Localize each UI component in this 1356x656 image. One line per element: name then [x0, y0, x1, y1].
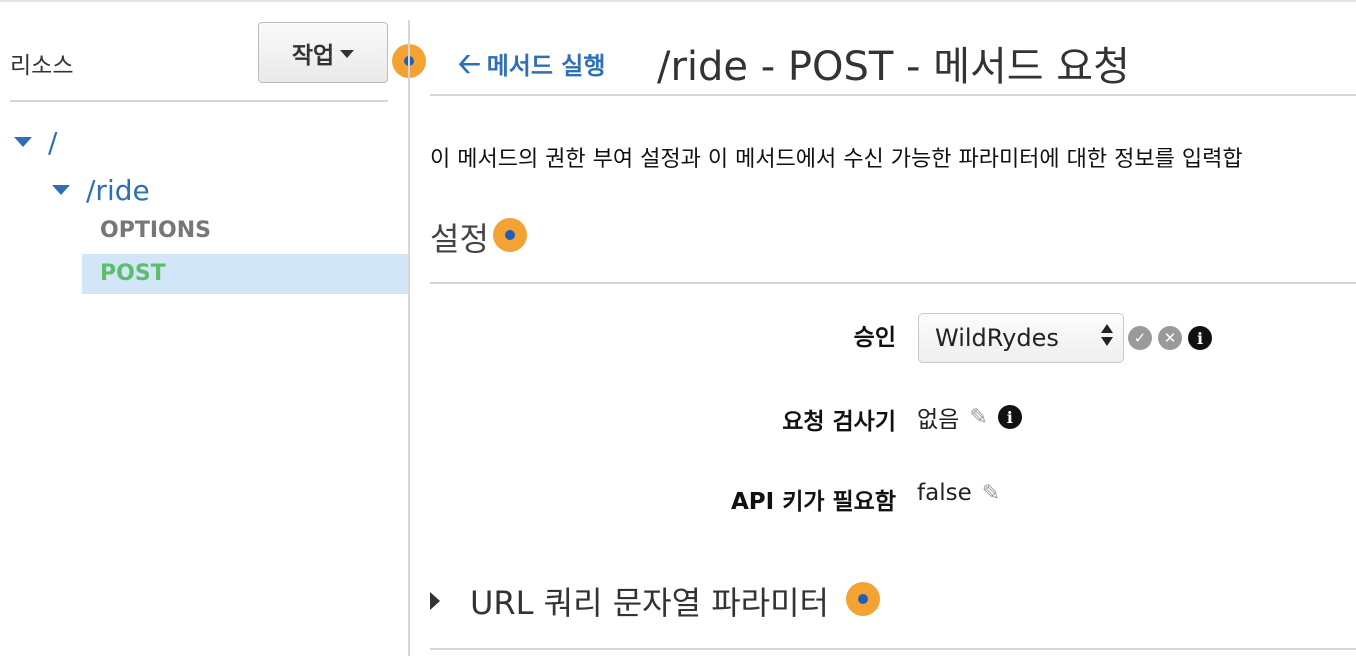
api-key-value-row: false ✎: [917, 480, 1000, 506]
authorization-actions: ✓ ✕ i: [1128, 326, 1212, 350]
sidebar-divider: [10, 100, 388, 102]
info-icon[interactable]: i: [1188, 326, 1212, 350]
header-divider: [430, 94, 1356, 96]
method-description: 이 메서드의 권한 부여 설정과 이 메서드에서 수신 가능한 파라미터에 대한…: [430, 147, 1243, 172]
collapse-triangle-icon[interactable]: [14, 137, 32, 147]
page-title: /ride - POST - 메서드 요청: [657, 44, 1130, 90]
info-icon[interactable]: i: [997, 405, 1022, 429]
url-query-params-label: URL 쿼리 문자열 파라미터: [470, 584, 829, 622]
pencil-icon[interactable]: ✎: [969, 405, 987, 430]
back-link-label: 메서드 실행: [486, 52, 606, 80]
resources-title: 리소스: [10, 53, 74, 79]
back-to-method-execution-link[interactable]: 🡠 메서드 실행: [458, 46, 605, 81]
resources-sidebar: 리소스 작업 / /ride OPTIONS POST: [0, 0, 426, 656]
actions-dropdown-button[interactable]: 작업: [258, 22, 388, 83]
caret-down-icon: [340, 49, 355, 58]
tree-item-ride-label: /ride: [86, 173, 150, 207]
actions-label: 작업: [291, 42, 335, 69]
request-validator-value: 없음: [917, 407, 960, 433]
method-post-selected[interactable]: POST: [82, 254, 408, 294]
request-validator-value-row: 없음 ✎ i: [917, 400, 1022, 434]
api-key-required-value: false: [917, 480, 972, 506]
select-arrows-icon: [1101, 324, 1113, 346]
help-dot-icon[interactable]: [846, 582, 880, 616]
pencil-icon[interactable]: ✎: [982, 481, 1000, 506]
authorization-selected-value: WildRydes: [935, 324, 1059, 352]
request-validator-label: 요청 검사기: [782, 409, 896, 435]
check-icon[interactable]: ✓: [1128, 326, 1152, 350]
help-dot-icon[interactable]: [493, 218, 527, 252]
api-key-required-label: API 키가 필요함: [730, 489, 896, 515]
tree-item-ride[interactable]: /ride: [52, 172, 150, 208]
expand-triangle-icon[interactable]: [430, 592, 440, 610]
tree-item-root-label: /: [48, 125, 58, 159]
back-arrow-icon: 🡠: [458, 46, 481, 80]
panel-divider[interactable]: [408, 20, 410, 656]
authorization-label: 승인: [853, 325, 896, 351]
url-query-params-toggle[interactable]: URL 쿼리 문자열 파라미터: [430, 578, 829, 624]
settings-section-title: 설정: [430, 220, 489, 258]
cancel-icon[interactable]: ✕: [1158, 326, 1182, 350]
settings-divider: [430, 282, 1356, 284]
method-options[interactable]: OPTIONS: [100, 218, 211, 243]
tree-item-root[interactable]: /: [14, 124, 57, 160]
collapse-triangle-icon[interactable]: [52, 185, 70, 195]
method-post-label: POST: [100, 261, 166, 286]
authorization-select[interactable]: WildRydes: [918, 313, 1124, 363]
query-params-divider: [430, 648, 1356, 650]
